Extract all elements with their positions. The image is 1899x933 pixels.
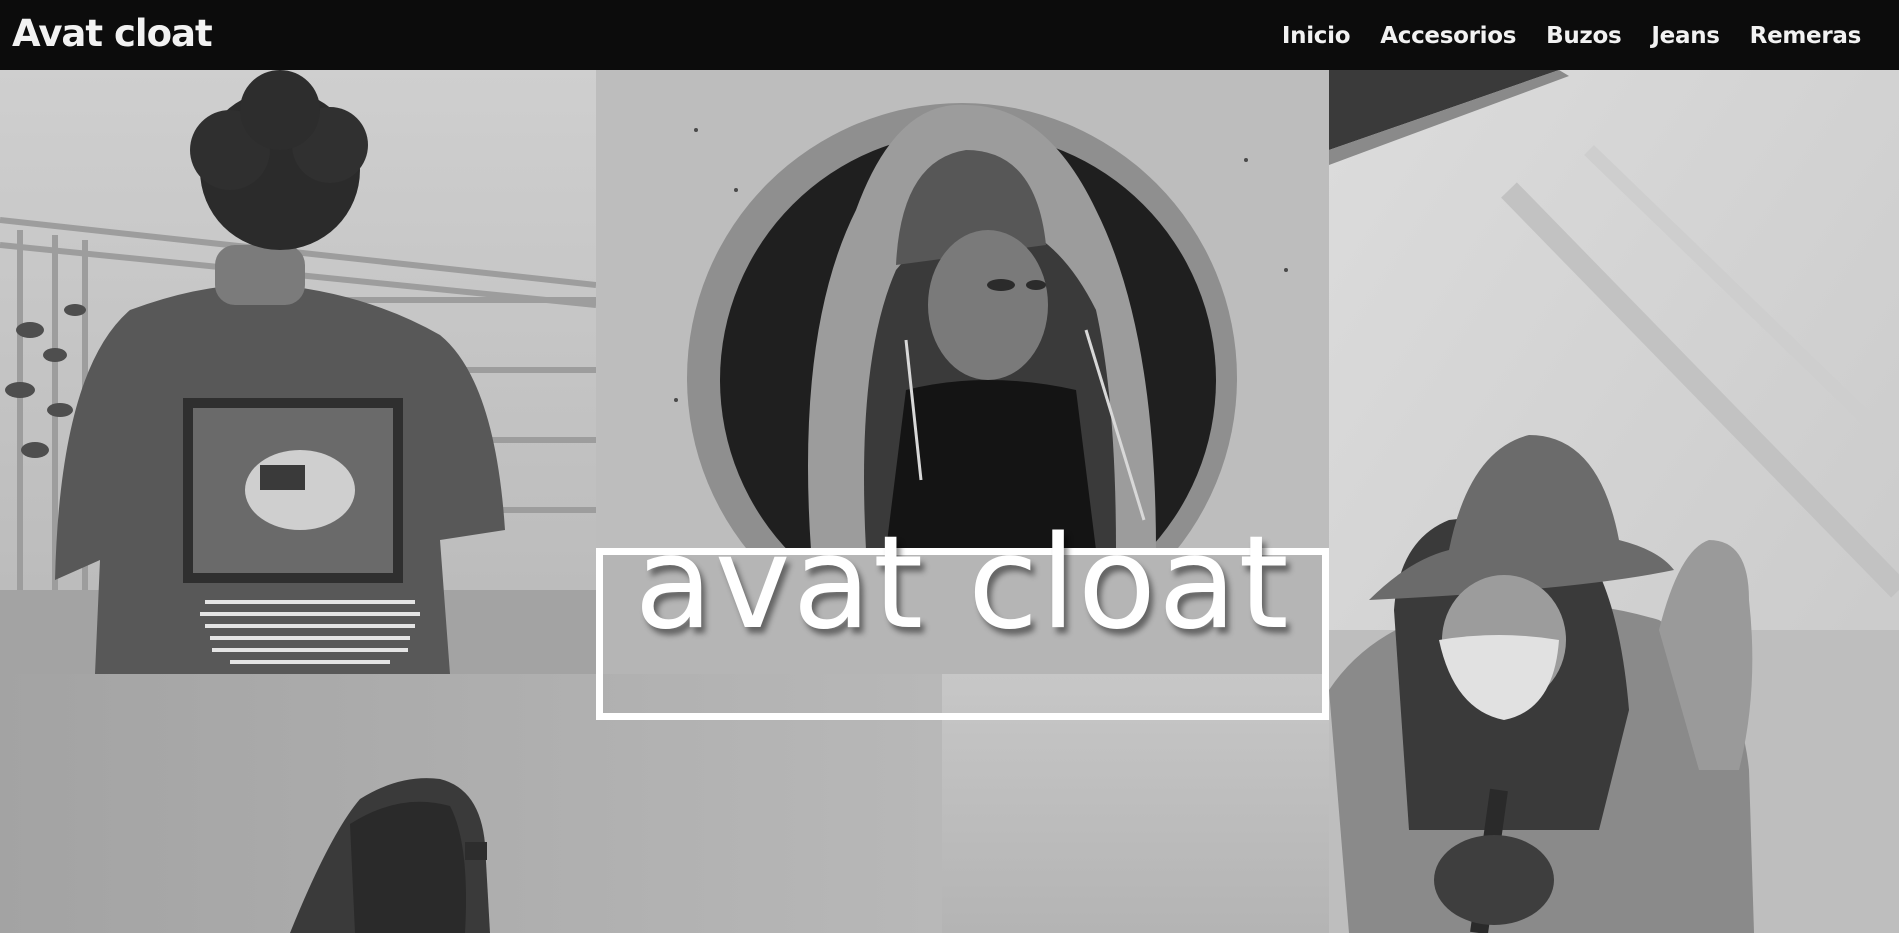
nav-links: Inicio Accesorios Buzos Jeans Remeras <box>1282 23 1861 49</box>
brand-logo-link[interactable]: Avat cloat <box>12 12 213 55</box>
hero-title-box: avat cloat <box>596 520 1329 720</box>
nav-link-accesorios[interactable]: Accesorios <box>1380 23 1516 49</box>
photo-man-back-tshirt <box>0 70 596 674</box>
navbar: Avat cloat Inicio Accesorios Buzos Jeans… <box>0 0 1899 70</box>
nav-link-remeras[interactable]: Remeras <box>1750 23 1862 49</box>
hero-title: avat cloat <box>634 509 1291 659</box>
nav-link-buzos[interactable]: Buzos <box>1546 23 1622 49</box>
nav-link-jeans[interactable]: Jeans <box>1651 23 1720 49</box>
photo-gallery: avat cloat <box>0 70 1899 933</box>
photo-woman-bucket-hat <box>1329 70 1899 933</box>
nav-link-inicio[interactable]: Inicio <box>1282 23 1351 49</box>
